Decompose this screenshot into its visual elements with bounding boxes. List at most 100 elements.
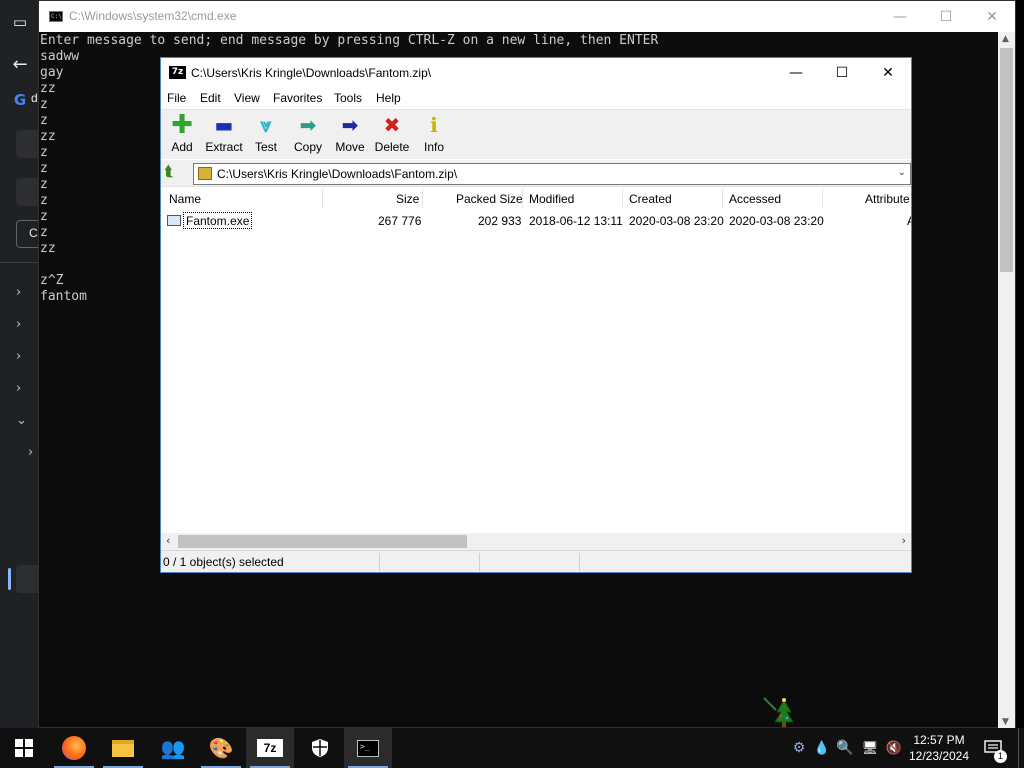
x-icon: ✖ [383, 113, 401, 137]
table-row[interactable]: Fantom.exe 267 776 202 933 2018-06-12 13… [161, 212, 911, 230]
close-button[interactable]: ✕ [969, 1, 1015, 32]
shield-icon [312, 739, 328, 757]
notifications-button[interactable]: 1 [978, 728, 1008, 768]
terminal-icon: >_ [357, 739, 379, 757]
menu-view[interactable]: View [234, 91, 260, 105]
chevron-down-icon[interactable]: ⌄ [898, 167, 906, 178]
column-name[interactable]: Name [169, 192, 201, 206]
people-icon: 👥 [160, 736, 186, 760]
droplet-icon[interactable]: 💧 [812, 728, 832, 768]
column-size[interactable]: Size [396, 192, 419, 206]
scroll-right-icon[interactable]: › [902, 534, 906, 547]
christmas-tree-icon [763, 697, 794, 727]
taskbar-7zip[interactable]: 7z [246, 728, 294, 768]
test-button[interactable]: ⩔ Test [245, 112, 287, 158]
show-desktop-button[interactable] [1018, 728, 1024, 768]
taskbar-paint[interactable]: 🎨 [197, 728, 245, 768]
copy-button[interactable]: ➡ Copy [287, 112, 329, 158]
file-modified: 2018-06-12 13:11 [529, 214, 623, 228]
folder-up-icon[interactable]: ⮬ [165, 164, 183, 182]
selection-status: 0 / 1 object(s) selected [163, 555, 284, 569]
address-field[interactable]: C:\Users\Kris Kringle\Downloads\Fantom.z… [193, 163, 911, 185]
minimize-button[interactable]: — [773, 58, 819, 88]
chevron-right-icon[interactable]: › [16, 317, 21, 332]
maximize-button[interactable]: ☐ [923, 1, 969, 32]
column-packed-size[interactable]: Packed Size [456, 192, 523, 206]
file-created: 2020-03-08 23:20 [629, 214, 724, 228]
scroll-thumb[interactable] [178, 535, 467, 548]
file-list[interactable]: Name Size Packed Size Modified Created A… [161, 186, 911, 550]
add-label: Add [171, 140, 193, 154]
column-divider[interactable] [522, 189, 523, 209]
chevron-right-icon[interactable]: › [16, 285, 21, 300]
move-button[interactable]: ➡ Move [329, 112, 371, 158]
menu-tools[interactable]: Tools [334, 91, 362, 105]
column-created[interactable]: Created [629, 192, 672, 206]
sidebar-tab-2[interactable] [16, 178, 40, 206]
maximize-button[interactable]: ☐ [819, 58, 865, 88]
clock[interactable]: 12:57 PM 12/23/2024 [906, 732, 972, 764]
column-modified[interactable]: Modified [529, 192, 574, 206]
column-accessed[interactable]: Accessed [729, 192, 781, 206]
column-divider[interactable] [322, 189, 323, 209]
check-down-icon: ⩔ [260, 113, 272, 137]
column-headers: Name Size Packed Size Modified Created A… [161, 187, 911, 211]
horizontal-scrollbar[interactable]: ‹ › [161, 533, 911, 550]
menu-file[interactable]: File [167, 91, 186, 105]
info-button[interactable]: ℹ Info [413, 112, 455, 158]
scroll-down-icon[interactable]: ▼ [1002, 717, 1009, 727]
network-sync-icon[interactable]: ⚙ [788, 728, 810, 768]
seven-zip-logo-icon: 7z [169, 66, 186, 79]
menu-help[interactable]: Help [376, 91, 401, 105]
file-name[interactable]: Fantom.exe [183, 212, 253, 229]
start-button[interactable] [0, 728, 48, 768]
scroll-left-icon[interactable]: ‹ [166, 534, 170, 547]
google-icon[interactable]: G [8, 88, 32, 112]
toolbar: ✚ Add ▬ Extract ⩔ Test ➡ Copy ➡ Move ✖ D… [161, 109, 911, 159]
sidebar-tab-4[interactable] [16, 565, 40, 593]
taskbar-people[interactable]: 👥 [149, 728, 197, 768]
chevron-right-icon[interactable]: › [28, 445, 33, 460]
back-arrow-icon[interactable]: ← [8, 52, 32, 76]
search-tray-icon[interactable]: 🔍 [834, 728, 856, 768]
network-icon[interactable]: 🖥 [858, 728, 882, 768]
column-divider[interactable] [422, 189, 423, 209]
chevron-right-icon[interactable]: › [16, 349, 21, 364]
arrow-right-icon: ➡ [341, 113, 359, 137]
add-button[interactable]: ✚ Add [161, 112, 203, 158]
taskbar-file-explorer[interactable] [99, 728, 147, 768]
sidebar-tab-3[interactable]: C [16, 220, 40, 248]
taskbar-cmd[interactable]: >_ [344, 728, 392, 768]
status-bar: 0 / 1 object(s) selected [161, 550, 911, 572]
taskbar-defender[interactable] [296, 728, 344, 768]
tab-actions-icon[interactable]: ▭ [8, 10, 32, 34]
scroll-thumb[interactable] [1000, 48, 1013, 272]
menu-edit[interactable]: Edit [200, 91, 221, 105]
file-accessed: 2020-03-08 23:20 [729, 214, 824, 228]
extract-button[interactable]: ▬ Extract [203, 112, 245, 158]
column-attributes[interactable]: Attribute [865, 192, 910, 206]
column-divider[interactable] [722, 189, 723, 209]
status-divider [479, 553, 480, 571]
volume-muted-icon[interactable]: 🔇 [883, 728, 905, 768]
seven-zip-window: 7z C:\Users\Kris Kringle\Downloads\Fanto… [160, 57, 912, 573]
active-indicator [8, 568, 11, 590]
sidebar-c-item-label: C [29, 226, 38, 240]
column-divider[interactable] [822, 189, 823, 209]
windows-logo-icon [15, 739, 33, 757]
delete-button[interactable]: ✖ Delete [371, 112, 413, 158]
sidebar-tab-1[interactable] [16, 130, 40, 158]
chevron-right-icon[interactable]: › [16, 381, 21, 396]
taskbar: 👥 🎨 7z >_ ⚙ 💧 🔍 🖥 🔇 12:57 PM 12/23/2024 … [0, 728, 1024, 768]
cmd-titlebar[interactable]: C:\Windows\system32\cmd.exe — ☐ ✕ [39, 1, 1015, 32]
firefox-icon [62, 736, 86, 760]
zip-titlebar[interactable]: 7z C:\Users\Kris Kringle\Downloads\Fanto… [161, 58, 911, 88]
taskbar-firefox[interactable] [50, 728, 98, 768]
menu-favorites[interactable]: Favorites [273, 91, 322, 105]
cmd-scrollbar[interactable]: ▲ ▼ [998, 32, 1015, 729]
column-divider[interactable] [622, 189, 623, 209]
minimize-button[interactable]: — [877, 1, 923, 32]
chevron-down-icon[interactable]: ⌄ [16, 413, 27, 428]
scroll-up-icon[interactable]: ▲ [1002, 34, 1009, 44]
close-button[interactable]: ✕ [865, 58, 911, 88]
